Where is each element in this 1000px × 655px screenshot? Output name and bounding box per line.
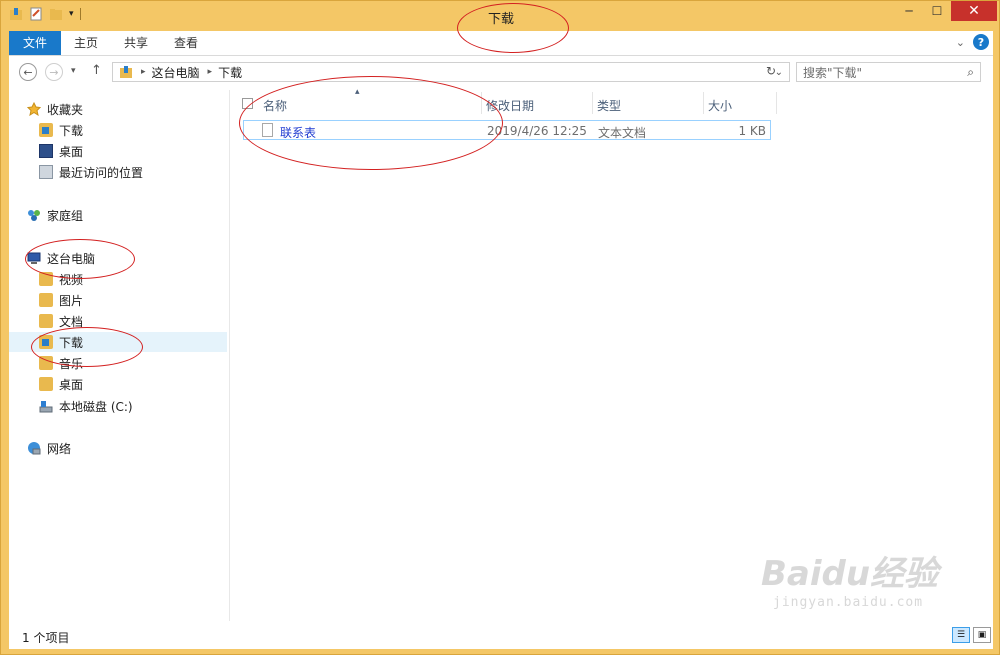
- star-icon: [26, 101, 42, 117]
- maximize-button[interactable]: ☐: [923, 1, 951, 21]
- breadcrumb-this-pc[interactable]: 这台电脑: [152, 64, 200, 81]
- close-button[interactable]: ✕: [951, 1, 997, 21]
- sidebar-item-local-disk[interactable]: 本地磁盘 (C:): [39, 396, 133, 416]
- annotation-circle: [457, 3, 569, 53]
- details-view-button[interactable]: ☰: [952, 627, 970, 643]
- recent-locations-icon[interactable]: ▾: [71, 66, 76, 76]
- sidebar-item-pictures[interactable]: 图片: [39, 290, 83, 310]
- search-placeholder: 搜索"下载": [803, 65, 863, 80]
- forward-button[interactable]: →: [45, 63, 63, 81]
- status-bar: 1 个项目 ☰ ▣: [9, 621, 993, 649]
- annotation-circle: [25, 239, 135, 279]
- minimize-button[interactable]: ─: [895, 1, 923, 21]
- annotation-circle: [31, 327, 143, 367]
- recent-places-icon: [39, 165, 53, 179]
- annotation-circle: [239, 76, 503, 170]
- large-icons-view-button[interactable]: ▣: [973, 627, 991, 643]
- sidebar-network[interactable]: 网络: [27, 438, 71, 458]
- sidebar-label: 下载: [59, 123, 84, 138]
- sidebar-homegroup[interactable]: 家庭组: [27, 205, 83, 225]
- search-input[interactable]: 搜索"下载" ⌕: [796, 62, 981, 82]
- column-divider[interactable]: [703, 92, 704, 114]
- file-type: 文本文档: [598, 126, 647, 140]
- tab-file[interactable]: 文件: [9, 31, 62, 55]
- refresh-button[interactable]: ↻: [766, 64, 776, 78]
- column-header-type[interactable]: 类型: [597, 96, 621, 114]
- sidebar-label: 桌面: [59, 377, 84, 392]
- network-icon: [27, 441, 41, 455]
- watermark-url: jingyan.baidu.com: [773, 595, 924, 610]
- back-button[interactable]: ←: [19, 63, 37, 81]
- folder-download-icon: [119, 65, 133, 79]
- column-header-size[interactable]: 大小: [708, 96, 732, 114]
- item-count: 1 个项目: [22, 631, 70, 645]
- tab-view[interactable]: 查看: [161, 31, 211, 55]
- sidebar-item-downloads-fav[interactable]: 下载: [39, 120, 83, 140]
- help-icon[interactable]: ?: [973, 34, 989, 50]
- sidebar-favorites[interactable]: 收藏夹: [26, 99, 84, 119]
- content-area: 收藏夹 下载 桌面 最近访问的位置 家庭组 这台电脑 视频 图片 文档 下载 音…: [9, 87, 993, 621]
- file-list: ▴ 名称 修改日期 类型 大小 联系表 2019/4/26 12:25 文本文档…: [229, 87, 993, 621]
- search-icon[interactable]: ⌕: [967, 65, 974, 80]
- tab-home[interactable]: 主页: [61, 31, 111, 55]
- pictures-folder-icon: [39, 293, 53, 307]
- breadcrumb-chevron-icon[interactable]: ▸: [141, 67, 146, 77]
- hard-drive-icon: [39, 399, 53, 413]
- sidebar-item-desktop[interactable]: 桌面: [39, 374, 83, 394]
- sidebar-item-recent[interactable]: 最近访问的位置: [39, 162, 143, 182]
- column-divider[interactable]: [592, 92, 593, 114]
- watermark-brand: Baidu经验: [761, 554, 939, 594]
- up-button[interactable]: ↑: [91, 63, 102, 78]
- sidebar-label: 家庭组: [47, 208, 84, 223]
- sidebar-label: 收藏夹: [47, 102, 84, 117]
- explorer-window: ▾ 下载 ─ ☐ ✕ 文件 主页 共享 查看 ⌄ ? ← → ▾ ↑ ▸ 这台电: [0, 0, 1000, 655]
- sidebar-label: 本地磁盘 (C:): [59, 399, 133, 414]
- breadcrumb-downloads[interactable]: 下载: [218, 64, 242, 81]
- desktop-folder-icon: [39, 377, 53, 391]
- column-divider[interactable]: [776, 92, 777, 114]
- file-size: 1 KB: [738, 124, 766, 138]
- sidebar-label: 网络: [47, 441, 72, 456]
- breadcrumb-chevron-icon[interactable]: ▸: [208, 67, 213, 77]
- sidebar-label: 最近访问的位置: [59, 165, 144, 180]
- tab-share[interactable]: 共享: [111, 31, 161, 55]
- watermark-logo: Baidu经验 jingyan.baidu.com: [761, 546, 938, 610]
- navigation-bar: ← → ▾ ↑ ▸ 这台电脑 ▸ 下载 ⌄ ↻ 搜索"下载" ⌕: [9, 56, 993, 90]
- sidebar-label: 图片: [59, 293, 84, 308]
- address-bar[interactable]: ▸ 这台电脑 ▸ 下载 ⌄: [112, 62, 790, 82]
- homegroup-icon: [27, 208, 41, 222]
- folder-download-icon: [39, 123, 53, 137]
- expand-ribbon-icon[interactable]: ⌄: [956, 36, 965, 49]
- documents-folder-icon: [39, 314, 53, 328]
- sidebar-label: 桌面: [59, 144, 84, 159]
- sidebar-item-desktop-fav[interactable]: 桌面: [39, 141, 83, 161]
- desktop-icon: [39, 144, 53, 158]
